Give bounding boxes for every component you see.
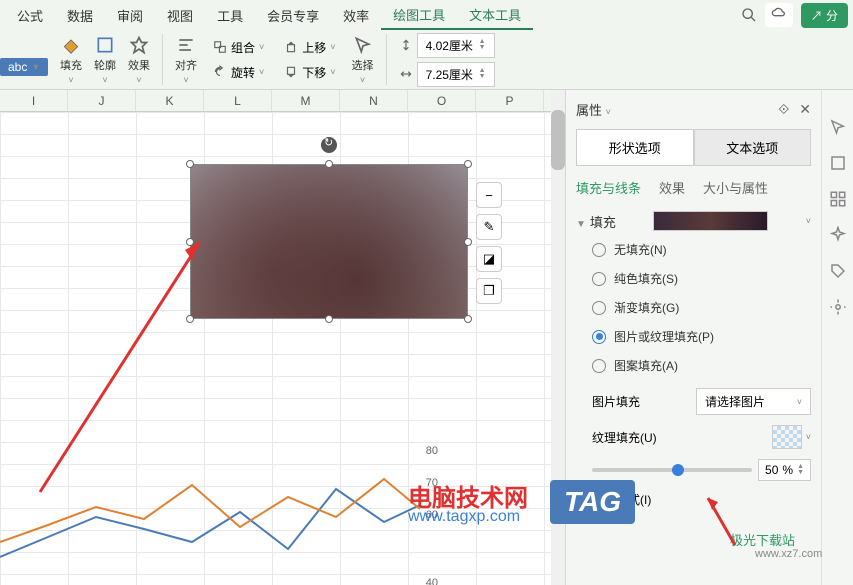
col-header[interactable]: J	[68, 90, 136, 111]
menu-data[interactable]: 数据	[55, 2, 105, 29]
transparency-input[interactable]: 50 % ▲▼	[758, 459, 811, 481]
resize-handle[interactable]	[464, 315, 472, 323]
select-icon	[353, 35, 373, 55]
outline-icon	[95, 35, 115, 55]
resize-handle[interactable]	[464, 238, 472, 246]
tab-text-options[interactable]: 文本选项	[694, 129, 812, 166]
pin-icon[interactable]: ⟐	[778, 101, 789, 118]
float-edit[interactable]: ✎	[476, 214, 502, 240]
subtab-fill-line[interactable]: 填充与线条	[576, 178, 641, 197]
subtab-effect[interactable]: 效果	[659, 178, 685, 197]
col-header[interactable]: K	[136, 90, 204, 111]
float-minus[interactable]: −	[476, 182, 502, 208]
menu-view[interactable]: 视图	[155, 2, 205, 29]
radio-gradient-fill[interactable]: 渐变填充(G)	[592, 299, 811, 316]
close-icon[interactable]: ✕	[799, 101, 811, 118]
width-input[interactable]: 7.25厘米▲▼	[417, 62, 495, 87]
col-header[interactable]: L	[204, 90, 272, 111]
menu-formula[interactable]: 公式	[5, 2, 55, 29]
tab-shape-options[interactable]: 形状选项	[576, 129, 694, 166]
float-copy[interactable]: ❐	[476, 278, 502, 304]
resize-handle[interactable]	[464, 160, 472, 168]
toolbar: abc▼ 填充 ˅ 轮廓 ˅ 效果 ˅ 对齐 ˅ 组合 ˅ 旋转 ˅	[0, 30, 853, 90]
col-header[interactable]: M	[272, 90, 340, 111]
line-chart: 80 70 60 40	[0, 437, 440, 585]
name-box[interactable]: abc▼	[0, 58, 48, 76]
menu-draw-tools[interactable]: 绘图工具	[381, 1, 457, 30]
move-up-button[interactable]: 上移 ˅	[280, 37, 339, 58]
float-fill[interactable]: ◪	[476, 246, 502, 272]
shape-icon[interactable]	[829, 154, 847, 172]
tag-icon[interactable]	[829, 262, 847, 280]
down-icon	[284, 65, 298, 79]
panel-title: 属性 ˅	[576, 100, 611, 119]
width-input-row: 7.25厘米▲▼	[399, 62, 495, 87]
image-content	[191, 165, 467, 318]
transparency-slider[interactable]	[592, 468, 752, 472]
annotation-arrow-2	[700, 490, 740, 550]
share-icon: ↗	[811, 9, 823, 23]
inserted-image[interactable]	[190, 164, 468, 319]
resize-handle[interactable]	[325, 160, 333, 168]
radio-picture-fill[interactable]: 图片或纹理填充(P)	[592, 328, 811, 345]
menu-vip[interactable]: 会员专享	[255, 2, 331, 29]
sparkle-icon[interactable]	[829, 226, 847, 244]
search-icon[interactable]	[741, 7, 757, 23]
rotate-handle[interactable]	[321, 137, 337, 153]
side-rail	[821, 90, 853, 585]
menu-review[interactable]: 审阅	[105, 2, 155, 29]
resize-handle[interactable]	[325, 315, 333, 323]
bucket-icon	[61, 35, 81, 55]
width-icon	[399, 67, 413, 81]
height-icon	[399, 38, 413, 52]
height-input-row: 4.02厘米▲▼	[399, 33, 495, 58]
fill-preview[interactable]	[653, 211, 768, 231]
settings-icon[interactable]	[829, 298, 847, 316]
y-tick: 40	[426, 577, 438, 585]
outline-button[interactable]: 轮廓 ˅	[94, 35, 116, 85]
menu-text-tools[interactable]: 文本工具	[457, 1, 533, 30]
radio-pattern-fill[interactable]: 图案填充(A)	[592, 357, 811, 374]
group-icon	[213, 40, 227, 54]
fill-section-header[interactable]: ▼填充 ˅	[576, 211, 811, 231]
cursor-icon[interactable]	[829, 118, 847, 136]
y-tick: 80	[426, 445, 438, 457]
align-button[interactable]: 对齐 ˅	[175, 35, 197, 85]
fill-button[interactable]: 填充 ˅	[60, 35, 82, 85]
rotate-icon	[213, 65, 227, 79]
picture-fill-select[interactable]: 请选择图片˅	[696, 388, 811, 415]
rotate-button[interactable]: 旋转 ˅	[209, 62, 268, 83]
cloud-button[interactable]	[765, 3, 793, 27]
height-input[interactable]: 4.02厘米▲▼	[417, 33, 495, 58]
menu-tools[interactable]: 工具	[205, 2, 255, 29]
subtab-size-prop[interactable]: 大小与属性	[703, 178, 768, 197]
watermark-url: www.tagxp.com	[408, 508, 520, 526]
col-header[interactable]: O	[408, 90, 476, 111]
texture-preview[interactable]	[772, 425, 802, 449]
menu-bar: 公式 数据 审阅 视图 工具 会员专享 效率 绘图工具 文本工具 ↗ 分	[0, 0, 853, 30]
floating-toolbar: − ✎ ◪ ❐	[476, 182, 502, 304]
share-button[interactable]: ↗ 分	[801, 3, 848, 28]
group-button[interactable]: 组合 ˅	[209, 37, 268, 58]
up-icon	[284, 40, 298, 54]
picture-fill-label: 图片填充	[592, 393, 640, 410]
column-headers: I J K L M N O P	[0, 90, 565, 112]
resize-handle[interactable]	[186, 160, 194, 168]
scroll-thumb[interactable]	[551, 110, 565, 170]
move-down-button[interactable]: 下移 ˅	[280, 62, 339, 83]
select-button[interactable]: 选择 ˅	[352, 35, 374, 85]
effect-button[interactable]: 效果 ˅	[128, 35, 150, 85]
col-header[interactable]: N	[340, 90, 408, 111]
watermark-download-url: www.xz7.com	[755, 548, 822, 560]
watermark-tag: TAG	[550, 480, 635, 524]
radio-no-fill[interactable]: 无填充(N)	[592, 241, 811, 258]
menu-efficiency[interactable]: 效率	[331, 2, 381, 29]
texture-fill-label: 纹理填充(U)	[592, 429, 657, 446]
align-icon	[176, 35, 196, 55]
grid-icon[interactable]	[829, 190, 847, 208]
col-header[interactable]: P	[476, 90, 544, 111]
radio-solid-fill[interactable]: 纯色填充(S)	[592, 270, 811, 287]
col-header[interactable]: I	[0, 90, 68, 111]
effect-icon	[129, 35, 149, 55]
